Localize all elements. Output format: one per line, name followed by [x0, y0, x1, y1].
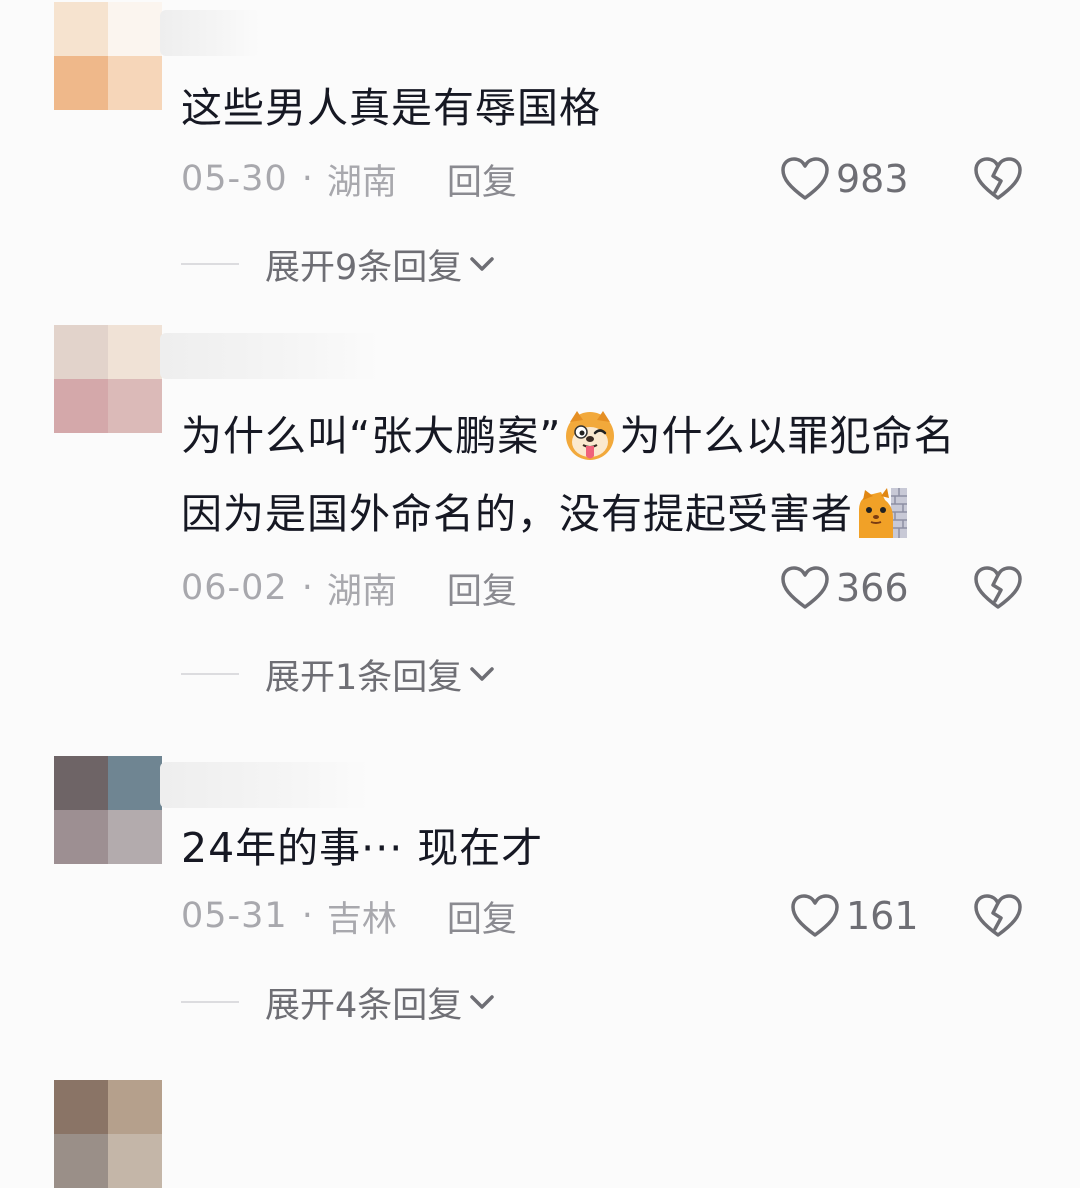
heart-outline-icon	[781, 566, 829, 609]
comment-location: 湖南	[326, 571, 397, 612]
separator-dot: ·	[301, 159, 313, 199]
comment-text: 这些男人真是有辱国格	[181, 84, 601, 132]
avatar[interactable]	[54, 756, 162, 864]
divider-line	[181, 673, 239, 675]
comment-date: 06-02	[181, 568, 288, 608]
avatar[interactable]	[54, 325, 162, 433]
comment-date: 05-31	[181, 896, 288, 936]
separator-dot: ·	[301, 568, 313, 608]
like-button[interactable]: 983	[780, 151, 909, 207]
comment-text-part: 因为是国外命名的，没有提起受害者	[181, 490, 853, 538]
comment-text: 24年的事··· 现在才	[181, 824, 544, 872]
cat-peeking-emoji	[859, 488, 907, 538]
like-count: 983	[836, 157, 909, 201]
username[interactable]	[160, 333, 380, 379]
expand-replies-button[interactable]: 展开4条回复	[181, 974, 496, 1030]
comment-meta: 05-30 · 湖南 回复	[181, 151, 517, 207]
heart-outline-icon	[781, 157, 829, 200]
like-count: 366	[836, 566, 909, 610]
expand-replies-label: 展开1条回复	[265, 657, 463, 698]
comment-date: 05-30	[181, 159, 288, 199]
comment-location: 吉林	[326, 899, 397, 940]
chevron-down-icon	[470, 995, 495, 1009]
comment-location: 湖南	[326, 162, 397, 203]
reply-button[interactable]: 回复	[447, 891, 517, 942]
comment-meta: 05-31 · 吉林 回复	[181, 888, 517, 944]
like-count: 161	[846, 894, 919, 938]
divider-line	[181, 1001, 239, 1003]
expand-replies-button[interactable]: 展开1条回复	[181, 646, 496, 702]
username[interactable]	[160, 762, 370, 808]
heart-outline-icon	[791, 894, 839, 937]
avatar[interactable]	[54, 1080, 162, 1188]
expand-replies-label: 展开9条回复	[265, 247, 463, 288]
separator-dot: ·	[301, 896, 313, 936]
chevron-down-icon	[470, 257, 495, 271]
chevron-down-icon	[470, 667, 495, 681]
reply-button[interactable]: 回复	[447, 154, 517, 205]
broken-heart-icon[interactable]	[972, 889, 1024, 941]
avatar[interactable]	[54, 2, 162, 110]
comment-text-line-2: 因为是国外命名的，没有提起受害者	[181, 476, 1020, 552]
comment-text-line-1: 为什么叫“张大鹏案” 为什么以罪犯命名	[181, 398, 1020, 474]
reply-button[interactable]: 回复	[447, 563, 517, 614]
dog-tongue-emoji	[566, 411, 615, 460]
like-button[interactable]: 161	[790, 888, 919, 944]
comment-text-part: 为什么以罪犯命名	[619, 412, 956, 460]
broken-heart-icon[interactable]	[972, 561, 1024, 613]
broken-heart-icon[interactable]	[972, 152, 1024, 204]
username[interactable]	[160, 10, 260, 56]
comment-meta: 06-02 · 湖南 回复	[181, 560, 517, 616]
expand-replies-label: 展开4条回复	[265, 985, 463, 1026]
like-button[interactable]: 366	[780, 560, 909, 616]
comment-text-part: 为什么叫“张大鹏案”	[181, 412, 562, 460]
expand-replies-button[interactable]: 展开9条回复	[181, 236, 496, 292]
divider-line	[181, 263, 239, 265]
